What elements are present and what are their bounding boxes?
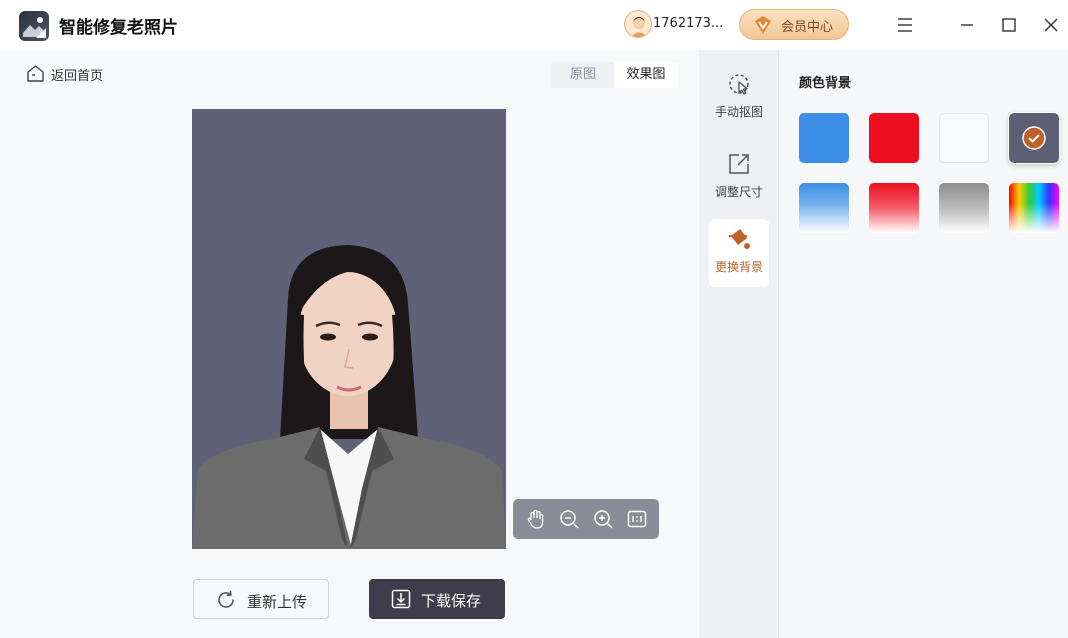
vip-badge-icon bbox=[755, 16, 771, 34]
photo-preview bbox=[192, 109, 506, 549]
swatch-gray-gradient[interactable] bbox=[939, 183, 989, 233]
rail-label-resize: 调整尺寸 bbox=[714, 185, 763, 199]
minimize-icon bbox=[961, 24, 973, 26]
title-bar: 智能修复老照片 1762173... 会员中心 bbox=[0, 0, 1068, 50]
background-panel: 颜色背景 bbox=[780, 50, 1068, 638]
zoom-toolbar bbox=[513, 499, 659, 539]
swatch-red[interactable] bbox=[869, 113, 919, 163]
rail-label-manual-cutout: 手动抠图 bbox=[714, 105, 763, 119]
download-save-button[interactable]: 下载保存 bbox=[369, 579, 505, 619]
swatch-blue[interactable] bbox=[799, 113, 849, 163]
swatch-rainbow-gradient[interactable] bbox=[1009, 183, 1059, 233]
swatch-red-gradient[interactable] bbox=[869, 183, 919, 233]
swatch-dark-gray[interactable] bbox=[1009, 113, 1059, 163]
tool-rail: 手动抠图 调整尺寸 更换背景 bbox=[699, 50, 779, 638]
app-logo-icon bbox=[19, 11, 49, 41]
menu-button[interactable] bbox=[890, 10, 920, 40]
rail-item-resize[interactable]: 调整尺寸 bbox=[709, 144, 769, 212]
download-icon bbox=[391, 589, 411, 609]
selected-check-icon bbox=[1022, 126, 1046, 150]
app-title: 智能修复老照片 bbox=[59, 18, 178, 38]
portrait-image bbox=[192, 109, 506, 549]
vip-center-button[interactable]: 会员中心 bbox=[739, 9, 849, 40]
rail-label-change-background: 更换背景 bbox=[714, 260, 763, 274]
reupload-button[interactable]: 重新上传 bbox=[193, 579, 329, 619]
home-icon bbox=[27, 65, 44, 82]
hand-pan-icon[interactable] bbox=[525, 508, 547, 530]
swatch-blue-gradient[interactable] bbox=[799, 183, 849, 233]
hamburger-icon bbox=[898, 18, 912, 32]
tab-effect[interactable]: 效果图 bbox=[614, 62, 678, 88]
maximize-icon bbox=[1002, 18, 1016, 32]
username[interactable]: 1762173... bbox=[653, 16, 723, 31]
zoom-in-icon[interactable] bbox=[592, 508, 614, 530]
minimize-button[interactable] bbox=[952, 10, 982, 40]
vip-center-label: 会员中心 bbox=[781, 20, 834, 35]
close-button[interactable] bbox=[1036, 10, 1066, 40]
zoom-out-icon[interactable] bbox=[558, 508, 580, 530]
rail-item-change-background[interactable]: 更换背景 bbox=[709, 219, 769, 287]
back-home-label: 返回首页 bbox=[51, 69, 104, 84]
resize-icon bbox=[729, 154, 749, 174]
close-icon bbox=[1044, 18, 1058, 32]
paint-bucket-icon bbox=[729, 229, 750, 249]
reupload-label: 重新上传 bbox=[247, 593, 308, 611]
swatch-white[interactable] bbox=[939, 113, 989, 163]
panel-title: 颜色背景 bbox=[799, 76, 852, 91]
rail-item-manual-cutout[interactable]: 手动抠图 bbox=[709, 64, 769, 132]
avatar[interactable] bbox=[624, 10, 652, 38]
refresh-icon bbox=[218, 590, 234, 608]
fit-actual-size-icon[interactable] bbox=[626, 508, 648, 530]
download-save-label: 下载保存 bbox=[421, 592, 482, 610]
maximize-button[interactable] bbox=[994, 10, 1024, 40]
view-toggle: 原图 效果图 bbox=[551, 62, 678, 88]
cursor-select-icon bbox=[729, 74, 749, 95]
tab-original[interactable]: 原图 bbox=[551, 62, 615, 88]
